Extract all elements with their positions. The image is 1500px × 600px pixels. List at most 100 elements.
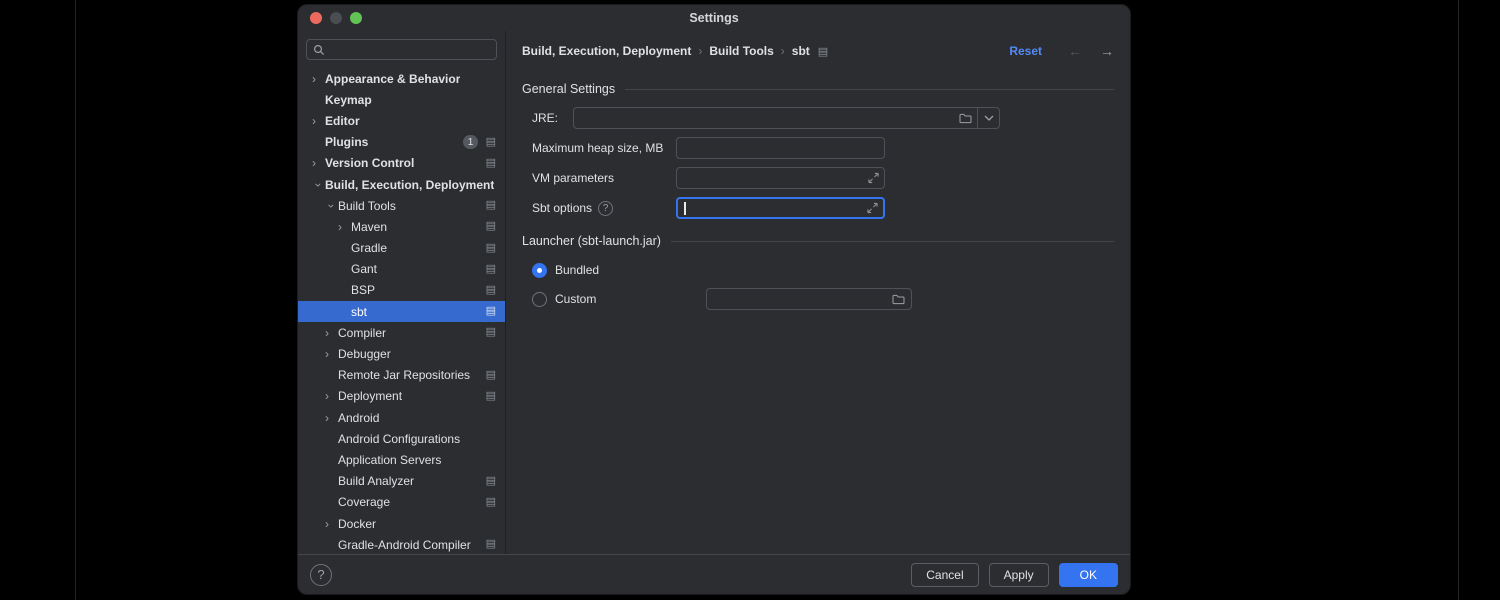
sbt-options-label-wrap: Sbt options ? (532, 201, 676, 216)
settings-list-icon: ▤ (482, 327, 496, 338)
search-icon (313, 44, 325, 56)
sidebar-item-android[interactable]: ›Android (298, 407, 505, 428)
section-general-settings: General Settings (522, 79, 1114, 99)
chevron-right-icon[interactable]: › (312, 115, 325, 127)
jre-combobox[interactable] (573, 107, 1000, 129)
sidebar-item-deployment[interactable]: ›Deployment▤ (298, 386, 505, 407)
bundled-radio[interactable] (532, 263, 547, 278)
navigate-forward-button[interactable]: → (1100, 44, 1114, 58)
breadcrumb-segment-build-tools[interactable]: Build Tools (709, 44, 773, 58)
sidebar-item-keymap[interactable]: Keymap (298, 89, 505, 110)
settings-list-icon: ▤ (482, 200, 496, 211)
expand-editor-button[interactable] (868, 173, 879, 184)
sidebar-item-gradle[interactable]: Gradle▤ (298, 238, 505, 259)
breadcrumb-segment-build-execution-deployment[interactable]: Build, Execution, Deployment (522, 44, 691, 58)
close-window-button[interactable] (310, 12, 322, 24)
sidebar-item-label: Version Control (325, 156, 414, 170)
heap-size-row: Maximum heap size, MB (532, 137, 1114, 159)
heap-size-field[interactable] (676, 137, 885, 159)
settings-content: General Settings JRE: (506, 71, 1130, 554)
expand-editor-button[interactable] (867, 203, 878, 214)
sidebar-item-label: Build Analyzer (338, 474, 414, 488)
zoom-window-button[interactable] (350, 12, 362, 24)
sidebar-item-label: Docker (338, 517, 376, 531)
help-button[interactable]: ? (310, 564, 332, 586)
sbt-options-help-icon[interactable]: ? (598, 201, 613, 216)
text-caret (684, 202, 686, 215)
sidebar-item-remote-jar-repositories[interactable]: Remote Jar Repositories ▤ (298, 365, 505, 386)
sidebar-item-application-servers[interactable]: Application Servers (298, 449, 505, 470)
sidebar-item-editor[interactable]: ›Editor (298, 110, 505, 131)
sidebar-item-label: Remote Jar Repositories (338, 368, 470, 382)
sidebar-item-build-execution-deployment[interactable]: ›Build, Execution, Deployment (298, 174, 505, 195)
custom-launcher-field[interactable] (706, 288, 912, 310)
sidebar-item-coverage[interactable]: Coverage▤ (298, 492, 505, 513)
sidebar-item-label: Deployment (338, 389, 402, 403)
sidebar-item-label: Coverage (338, 495, 390, 509)
sidebar-item-label: Gradle-Android Compiler (338, 538, 471, 552)
settings-window: Settings ›Appearance & BehaviorKeymap›Ed… (297, 4, 1131, 595)
chevron-right-icon[interactable]: › (338, 221, 351, 233)
settings-search-input[interactable] (329, 43, 490, 57)
custom-launcher-input[interactable] (707, 292, 892, 306)
sbt-options-input[interactable] (678, 201, 883, 215)
settings-list-icon: ▤ (482, 370, 496, 381)
custom-launcher-browse-button[interactable] (892, 294, 905, 305)
sidebar-item-label: Keymap (325, 93, 372, 107)
chevron-right-icon[interactable]: › (312, 73, 325, 85)
section-title: Launcher (sbt-launch.jar) (522, 234, 661, 248)
sbt-options-field[interactable] (676, 197, 885, 219)
settings-main-panel: Build, Execution, Deployment›Build Tools… (506, 31, 1130, 554)
sidebar-item-compiler[interactable]: ›Compiler▤ (298, 322, 505, 343)
sidebar-item-plugins[interactable]: Plugins1▤ (298, 132, 505, 153)
section-divider (625, 89, 1114, 90)
sidebar-item-maven[interactable]: ›Maven▤ (298, 216, 505, 237)
sidebar-item-bsp[interactable]: BSP▤ (298, 280, 505, 301)
apply-button[interactable]: Apply (989, 563, 1049, 587)
jre-dropdown-button[interactable] (978, 115, 999, 121)
breadcrumb-bar: Build, Execution, Deployment›Build Tools… (506, 31, 1130, 71)
vm-parameters-label: VM parameters (532, 171, 676, 185)
custom-radio[interactable] (532, 292, 547, 307)
vm-parameters-input[interactable] (677, 171, 884, 185)
sidebar-item-android-configurations[interactable]: Android Configurations (298, 428, 505, 449)
section-title: General Settings (522, 82, 615, 96)
settings-list-icon: ▤ (482, 264, 496, 275)
cancel-button[interactable]: Cancel (911, 563, 978, 587)
breadcrumb-segment-sbt[interactable]: sbt (792, 44, 810, 58)
settings-sidebar: ›Appearance & Behavior Keymap ›EditorPlugi… (298, 31, 506, 554)
custom-radio-label: Custom (555, 292, 596, 306)
jre-browse-button[interactable] (953, 113, 977, 124)
sidebar-item-gant[interactable]: Gant▤ (298, 259, 505, 280)
sidebar-item-sbt[interactable]: sbt▤ (298, 301, 505, 322)
sidebar-item-version-control[interactable]: ›Version Control▤ (298, 153, 505, 174)
chevron-right-icon[interactable]: › (312, 157, 325, 169)
traffic-lights (310, 12, 362, 24)
sidebar-item-label: Android (338, 411, 379, 425)
navigate-back-button[interactable]: ← (1068, 44, 1082, 58)
chevron-right-icon[interactable]: › (325, 390, 338, 402)
sidebar-item-docker[interactable]: ›Docker (298, 513, 505, 534)
vm-parameters-field[interactable] (676, 167, 885, 189)
sidebar-item-gradle-android-compiler[interactable]: Gradle-Android Compiler▤ (298, 534, 505, 554)
sidebar-item-appearance-behavior[interactable]: ›Appearance & Behavior (298, 68, 505, 89)
settings-search-box[interactable] (306, 39, 497, 60)
sidebar-item-build-tools[interactable]: ›Build Tools ▤ (298, 195, 505, 216)
jre-input[interactable] (574, 108, 953, 128)
ok-button[interactable]: OK (1059, 563, 1118, 587)
sidebar-item-debugger[interactable]: ›Debugger (298, 343, 505, 364)
chevron-right-icon[interactable]: › (325, 412, 338, 424)
chevron-right-icon[interactable]: › (325, 518, 338, 530)
settings-list-icon: ▤ (482, 285, 496, 296)
heap-size-input[interactable] (677, 141, 884, 155)
chevron-right-icon[interactable]: › (325, 327, 338, 339)
sidebar-item-build-analyzer[interactable]: Build Analyzer▤ (298, 471, 505, 492)
count-badge: 1 (463, 135, 478, 149)
sidebar-item-label: Build Tools (338, 199, 396, 213)
chevron-down-icon[interactable]: › (313, 178, 325, 191)
chevron-right-icon[interactable]: › (325, 348, 338, 360)
section-launcher: Launcher (sbt-launch.jar) (522, 231, 1114, 251)
chevron-down-icon[interactable]: › (326, 199, 338, 212)
minimize-window-button[interactable] (330, 12, 342, 24)
reset-button[interactable]: Reset (1009, 44, 1042, 58)
